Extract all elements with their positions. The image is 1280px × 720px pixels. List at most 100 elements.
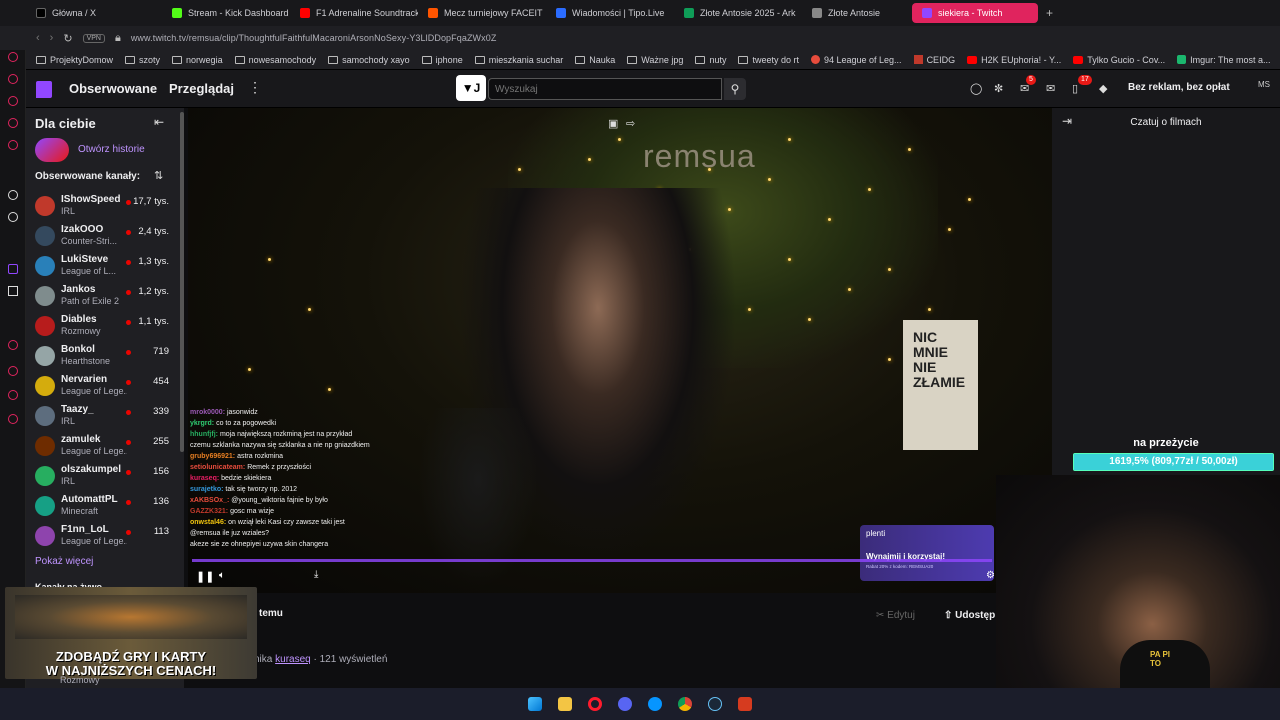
channel-item[interactable]: LukiSteve League of L... 1,3 tys. bbox=[35, 252, 183, 282]
bookmark-item[interactable]: norwegia bbox=[172, 55, 223, 65]
promo-ad[interactable]: ZDOBĄDŹ GRY I KARTY W NAJNIŻSZYCH CENACH… bbox=[5, 587, 257, 679]
show-more-link[interactable]: Pokaż więcej bbox=[35, 556, 93, 567]
gear-icon[interactable]: ⚙︎ bbox=[986, 570, 995, 581]
channel-item[interactable]: Nervarien League of Lege... 454 bbox=[35, 372, 183, 402]
clipper-link[interactable]: kuraseq bbox=[275, 654, 311, 665]
bookmark-item[interactable]: CEIDG bbox=[913, 55, 955, 65]
flow-icon[interactable] bbox=[8, 390, 18, 400]
browser-tab[interactable]: Wiadomości | Tipo.Live bbox=[546, 0, 674, 26]
seek-bar[interactable] bbox=[192, 559, 992, 562]
bookmark-item[interactable]: ProjektyDomow bbox=[36, 55, 113, 65]
discord-icon[interactable] bbox=[618, 697, 632, 711]
browser-tab[interactable]: Główna / X bbox=[0, 0, 162, 26]
vpn-badge[interactable]: VPN bbox=[82, 33, 105, 43]
wallet-icon[interactable] bbox=[8, 118, 18, 128]
notifications-icon[interactable]: ▯ 17 bbox=[1072, 75, 1092, 95]
collapse-sidebar-icon[interactable]: ⇤ bbox=[154, 115, 164, 129]
browser-tab[interactable]: Stream - Kick Dashboard bbox=[162, 0, 290, 26]
ai-icon[interactable] bbox=[8, 190, 18, 200]
bookmark-item[interactable]: iphone bbox=[421, 55, 463, 65]
twitch-logo-icon[interactable] bbox=[36, 81, 52, 98]
game-icon[interactable] bbox=[738, 697, 752, 711]
back-icon[interactable]: ‹ bbox=[36, 32, 40, 44]
bookmark-item[interactable]: szoty bbox=[125, 55, 160, 65]
channel-item[interactable]: Jankos Path of Exile 2 1,2 tys. bbox=[35, 282, 183, 312]
bookmark-item[interactable]: Imgur: The most a... bbox=[1177, 55, 1271, 65]
inbox-icon[interactable]: ✉ 5 bbox=[1020, 75, 1036, 95]
channel-item[interactable]: Taazy_ IRL 339 bbox=[35, 402, 183, 432]
chrome-icon[interactable] bbox=[678, 697, 692, 711]
browser-tab-active[interactable]: siekiera - Twitch bbox=[912, 3, 1038, 23]
history-icon[interactable] bbox=[8, 74, 18, 84]
gamepad-icon[interactable] bbox=[8, 140, 18, 150]
opera-icon[interactable] bbox=[588, 697, 602, 711]
twitch-icon[interactable] bbox=[8, 264, 18, 274]
bag-icon[interactable] bbox=[8, 96, 18, 106]
clip-exit-icon[interactable]: ⇨ bbox=[626, 117, 635, 130]
extensions-icon[interactable]: ✼ bbox=[994, 82, 1003, 95]
bookmark-item[interactable]: nuty bbox=[695, 55, 726, 65]
pause-icon[interactable]: ❚❚ bbox=[196, 570, 214, 583]
watch-party-icon[interactable]: ◯ bbox=[970, 82, 982, 95]
clock-icon[interactable] bbox=[8, 366, 18, 376]
channel-avatar bbox=[35, 316, 55, 336]
bookmark-item[interactable]: nowesamochody bbox=[234, 55, 316, 65]
bookmark-item[interactable]: Tylko Gucio - Cov... bbox=[1073, 55, 1165, 65]
whispers-icon[interactable]: ✉ bbox=[1046, 82, 1055, 95]
bookmark-item[interactable]: tweety do rt bbox=[738, 55, 799, 65]
sidebar-scrollbar[interactable] bbox=[180, 112, 184, 452]
story-avatar[interactable] bbox=[35, 138, 69, 162]
browser-tab[interactable]: Złote Antosie 2025 - Ark bbox=[674, 0, 802, 26]
channel-item[interactable]: Bonkol Hearthstone 719 bbox=[35, 342, 183, 372]
channel-item[interactable]: IzakOOO Counter-Stri... 2,4 tys. bbox=[35, 222, 183, 252]
messenger-icon[interactable] bbox=[648, 697, 662, 711]
url-field[interactable]: www.twitch.tv/remsua/clip/ThoughtfulFait… bbox=[131, 33, 497, 43]
search-input[interactable] bbox=[488, 78, 722, 100]
lock-icon[interactable]: 🔒︎ bbox=[115, 32, 121, 45]
share-button[interactable]: ⇧ Udostęp bbox=[944, 610, 995, 621]
search-icon[interactable]: ⚲ bbox=[724, 78, 746, 100]
user-avatar[interactable]: MS bbox=[1258, 80, 1274, 96]
clip-theatre-icon[interactable]: ▣ bbox=[608, 117, 618, 130]
messenger-icon[interactable] bbox=[8, 52, 18, 62]
sort-icon[interactable]: ⇅ bbox=[154, 169, 163, 182]
settings-icon[interactable] bbox=[8, 340, 18, 350]
channel-item[interactable]: Diables Rozmowy 1,1 tys. bbox=[35, 312, 183, 342]
steam-icon[interactable] bbox=[708, 697, 722, 711]
bookmark-item[interactable]: 94 League of Leg... bbox=[810, 55, 902, 65]
chatgpt-icon[interactable] bbox=[8, 212, 18, 222]
nav-following[interactable]: Obserwowane bbox=[69, 81, 157, 96]
edit-button[interactable]: ✂︎ Edytuj bbox=[876, 610, 915, 621]
volume-icon[interactable]: 🔈︎ bbox=[219, 570, 225, 581]
windows-icon[interactable] bbox=[528, 697, 542, 711]
bookmark-item[interactable]: H2K EUphoria! - Y... bbox=[967, 55, 1061, 65]
prime-logo-icon[interactable]: ▼J bbox=[456, 75, 486, 101]
browser-tab[interactable]: Złote Antosie bbox=[802, 0, 912, 26]
folder-icon[interactable] bbox=[558, 697, 572, 711]
bits-icon[interactable]: ◆ bbox=[1099, 82, 1107, 95]
bookmark-item[interactable]: Ważne jpg bbox=[627, 55, 683, 65]
bookmark-item[interactable]: mieszkania suchar bbox=[474, 55, 563, 65]
channel-item[interactable]: F1nn_LoL League of Lege... 113 bbox=[35, 522, 183, 552]
channel-item[interactable]: olszakumpel IRL 156 bbox=[35, 462, 183, 492]
video-ad-banner[interactable]: plenti Wynajmij i korzystaj! Rabat 20% z… bbox=[860, 525, 994, 581]
nav-browse[interactable]: Przeglądaj bbox=[169, 81, 234, 96]
channel-item[interactable]: zamulek League of Lege... 255 bbox=[35, 432, 183, 462]
gear-icon[interactable] bbox=[8, 414, 18, 424]
ad-free-button[interactable]: Bez reklam, bez opłat bbox=[1128, 82, 1230, 93]
promo-ad-line1: ZDOBĄDŹ GRY I KARTY bbox=[55, 649, 207, 664]
browser-tab[interactable]: F1 Adrenaline Soundtrack bbox=[290, 0, 418, 26]
channel-item[interactable]: AutomattPL Minecraft 136 bbox=[35, 492, 183, 522]
x-icon[interactable] bbox=[8, 286, 18, 296]
channel-item[interactable]: IShowSpeed IRL 17,7 tys. bbox=[35, 192, 183, 222]
bookmark-item[interactable]: Nauka bbox=[575, 55, 615, 65]
bookmark-item[interactable]: samochody xayo bbox=[328, 55, 410, 65]
browser-tab[interactable]: Mecz turniejowy FACEIT bbox=[418, 0, 546, 26]
download-icon[interactable]: ⤓ bbox=[314, 569, 318, 580]
open-stories-link[interactable]: Otwórz historie bbox=[78, 144, 145, 155]
fairy-light bbox=[888, 358, 891, 361]
new-tab-button[interactable]: + bbox=[1046, 6, 1053, 20]
forward-icon[interactable]: › bbox=[50, 32, 54, 44]
more-menu-icon[interactable]: ⋮ bbox=[248, 79, 262, 96]
reload-icon[interactable]: ↻ bbox=[63, 32, 72, 45]
